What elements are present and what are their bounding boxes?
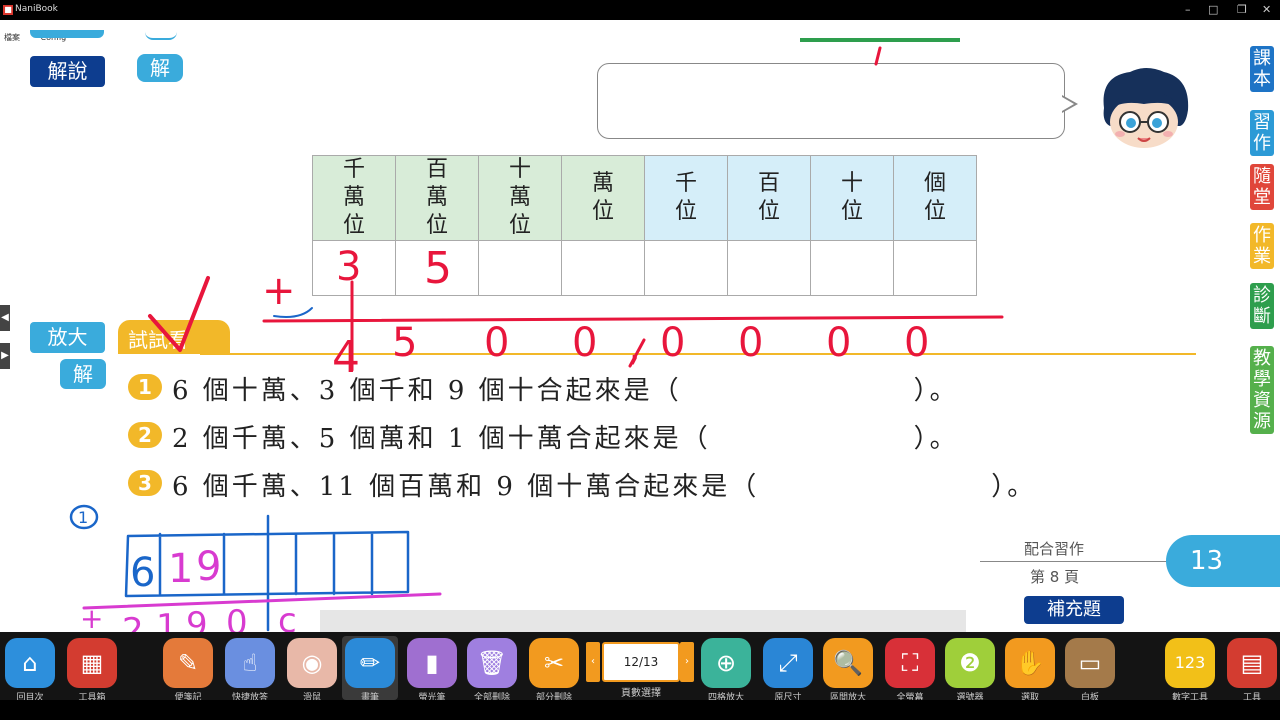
ink-sum-digit: 0	[572, 320, 597, 366]
tool-icon: ⤢	[763, 638, 813, 688]
page-selector[interactable]: ‹ 12/13 › 頁數選擇	[586, 642, 696, 699]
ink-circle-label: 1	[78, 508, 88, 527]
ink-top-stroke	[874, 46, 882, 66]
tool-5[interactable]: ✏ 畫筆	[342, 636, 398, 703]
ink-bottom-plus: +	[80, 602, 103, 632]
tool-8[interactable]: ✂ 部分刪除	[526, 636, 582, 703]
app-title: NaniBook	[15, 4, 58, 14]
page-next-button[interactable]: ›	[680, 642, 694, 682]
app-icon: ■	[3, 5, 13, 15]
tool-icon: ✏	[345, 638, 395, 688]
restore-icon[interactable]: ❐	[1237, 3, 1247, 16]
book-page: 檔案 Config 解說 解 千萬位百萬位十萬位萬位千位百位十位個位 放大 解 …	[0, 20, 1280, 632]
tool-4[interactable]: ◉ 滑鼠	[284, 636, 340, 703]
ink-sum-digit: 0	[738, 320, 763, 366]
ink-sum-digit: 0	[904, 320, 929, 366]
ink-box-digit: 1	[168, 546, 193, 592]
tool-icon: ▮	[407, 638, 457, 688]
page-prev-button[interactable]: ‹	[586, 642, 600, 682]
tool-icon: ❷	[945, 638, 995, 688]
ink-digit: 3	[336, 244, 361, 290]
page-number-input[interactable]: 12/13	[602, 642, 680, 682]
ink-bottom-digit: c	[278, 601, 297, 632]
tool-3[interactable]: ☝ 快捷放答	[222, 636, 278, 703]
ink-bottom-digit: 2	[122, 611, 144, 632]
tool-icon: ✋	[1005, 638, 1055, 688]
maximize-button[interactable]: □	[1208, 3, 1218, 16]
ink-digit: 5	[424, 243, 452, 294]
minimize-button[interactable]: –	[1185, 3, 1191, 16]
tool-icon: 123	[1165, 638, 1215, 688]
ink-bottom-digit: 1	[156, 607, 178, 632]
tool-2[interactable]: ✎ 便箋記	[160, 636, 216, 703]
tool-icon: ⛶	[885, 638, 935, 688]
tool-11[interactable]: 🔍 區間放大	[820, 636, 876, 703]
tool-1[interactable]: ▦ 工具箱	[64, 636, 120, 703]
tool-icon: ▤	[1227, 638, 1277, 688]
ink-overlay: + 3 5 4 5 0 0 , 0 0 0 0 1 6 1 9 + 2 1 9 …	[69, 46, 1004, 632]
tool-12[interactable]: ⛶ 全螢幕	[882, 636, 938, 703]
tool-icon: 🗑	[467, 638, 517, 688]
tool-icon: ☝	[225, 638, 275, 688]
ink-sum-digit: 0	[660, 320, 685, 366]
ink-bottom-digit: 9	[186, 605, 208, 632]
tool-10[interactable]: ⤢ 原尺寸	[760, 636, 816, 703]
tool-16[interactable]: 123 數字工具	[1162, 636, 1218, 703]
tool-17[interactable]: ▤ 工具	[1224, 636, 1280, 703]
tool-15[interactable]: ▭ 白板	[1062, 636, 1118, 703]
ink-sum-digit: 4	[332, 332, 360, 383]
tool-icon: ⌂	[5, 638, 55, 688]
title-bar: ■ NaniBook – □ ❐ ✕	[0, 0, 1280, 20]
tool-icon: ▦	[67, 638, 117, 688]
tool-icon: ⊕	[701, 638, 751, 688]
check-mark	[148, 276, 210, 352]
sum-line	[262, 315, 1004, 323]
tool-7[interactable]: 🗑 全部刪除	[464, 636, 520, 703]
ink-plus: +	[262, 268, 296, 314]
ink-sum-digit: 0	[826, 320, 851, 366]
ink-box-digit: 6	[130, 550, 155, 596]
tool-icon: ▭	[1065, 638, 1115, 688]
ink-sum-digit: 0	[484, 320, 509, 366]
tool-13[interactable]: ❷ 選號器	[942, 636, 998, 703]
ink-sum-digit: 5	[392, 320, 417, 366]
tool-icon: 🔍	[823, 638, 873, 688]
tool-0[interactable]: ⌂ 回目次	[2, 636, 58, 703]
ink-bottom-digit: 0	[226, 603, 248, 632]
tool-6[interactable]: ▮ 螢光筆	[404, 636, 460, 703]
tool-icon: ✎	[163, 638, 213, 688]
ink-box-digit: 9	[196, 544, 221, 590]
tool-14[interactable]: ✋ 選取	[1002, 636, 1058, 703]
tool-icon: ◉	[287, 638, 337, 688]
page-selector-label: 頁數選擇	[621, 688, 661, 699]
bottom-toolbar: ⌂ 回目次 ▦ 工具箱 ✎ 便箋記 ☝ 快捷放答 ◉ 滑鼠 ✏ 畫筆 ▮ 螢光筆 🗑 全部刪除 ✂ 部分刪除 ⊕ 四格…	[0, 632, 1280, 703]
close-button[interactable]: ✕	[1262, 3, 1271, 16]
ink-sum-digit: ,	[628, 324, 641, 370]
tool-icon: ✂	[529, 638, 579, 688]
tool-9[interactable]: ⊕ 四格放大	[698, 636, 754, 703]
